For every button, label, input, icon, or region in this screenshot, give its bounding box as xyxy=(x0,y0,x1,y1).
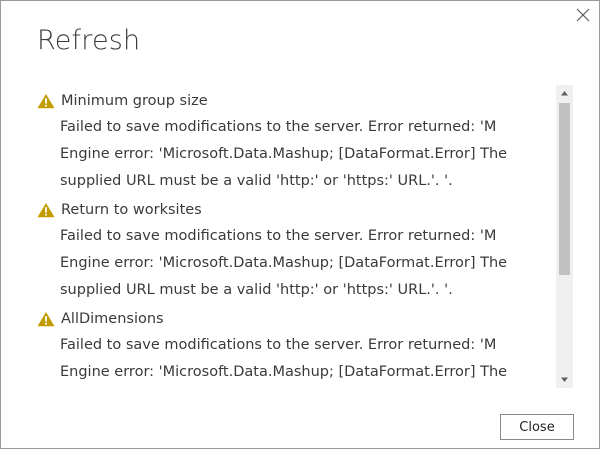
error-message: Failed to save modifications to the serv… xyxy=(60,337,508,380)
dialog-title: Refresh xyxy=(37,25,141,56)
close-button[interactable]: Close xyxy=(500,414,574,440)
entry-name: Return to worksites xyxy=(61,202,202,218)
refresh-dialog: Refresh Minimum group size Failed to sav… xyxy=(0,0,600,449)
list-item: AllDimensions Failed to save modificatio… xyxy=(37,307,537,388)
warning-icon xyxy=(37,203,55,218)
list-item: Return to worksites Failed to save modif… xyxy=(37,198,537,304)
vertical-scrollbar[interactable] xyxy=(556,85,573,388)
scroll-up-arrow-icon[interactable] xyxy=(556,85,573,102)
entry-name: AllDimensions xyxy=(61,311,164,327)
warning-icon xyxy=(37,312,55,327)
error-message: Failed to save modifications to the serv… xyxy=(60,119,508,189)
entry-name: Minimum group size xyxy=(61,93,208,109)
scrollbar-thumb[interactable] xyxy=(559,103,570,275)
warning-icon xyxy=(37,94,55,109)
scroll-down-arrow-icon[interactable] xyxy=(556,371,573,388)
error-message: Failed to save modifications to the serv… xyxy=(60,228,508,298)
error-list[interactable]: Minimum group size Failed to save modifi… xyxy=(1,85,574,388)
list-item: Minimum group size Failed to save modifi… xyxy=(37,89,537,195)
close-icon[interactable] xyxy=(575,7,591,23)
